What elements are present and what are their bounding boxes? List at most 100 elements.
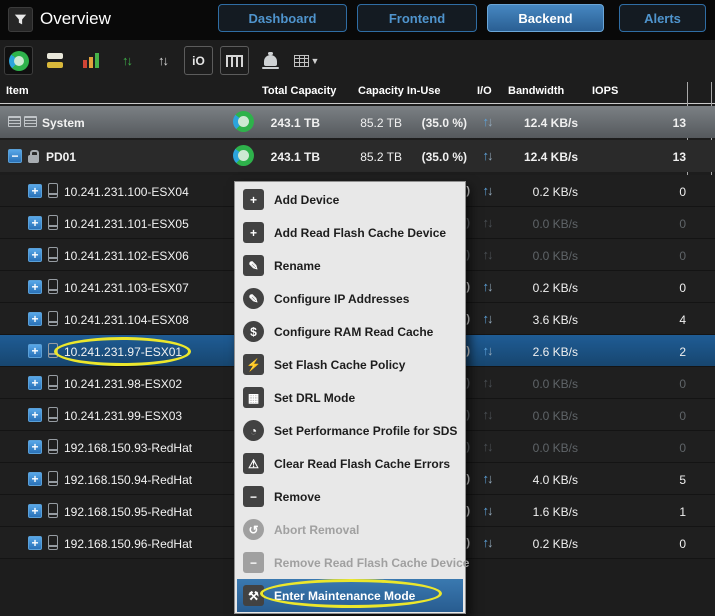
flash-icon: ⚡ <box>243 354 264 375</box>
green-swirl-icon <box>9 51 29 71</box>
view-toolbar: ↑↓ ↑↓ iO ▼ <box>4 45 321 76</box>
expand-icon[interactable]: + <box>28 440 42 454</box>
menu-item-add-read-flash-cache-device[interactable]: + Add Read Flash Cache Device <box>235 216 465 249</box>
iops-value: 0 <box>600 281 686 295</box>
menu-item-label: Configure RAM Read Cache <box>274 325 433 339</box>
row-label: 10.241.231.97-ESX01 <box>64 345 182 359</box>
menu-item-label: Set Performance Profile for SDS <box>274 424 457 438</box>
iops-value: 13 <box>600 116 686 130</box>
collapse-icon[interactable]: − <box>8 149 22 163</box>
menu-item-add-device[interactable]: + Add Device <box>235 183 465 216</box>
server-icon <box>48 247 58 262</box>
warning-icon: ⚠ <box>243 453 264 474</box>
expand-icon[interactable]: + <box>28 504 42 518</box>
iops-value: 5 <box>600 473 686 487</box>
io-badge-label: iO <box>192 54 205 68</box>
used-percent-value: (35.0 %) <box>403 150 467 164</box>
bandwidth-value: 2.6 KB/s <box>496 345 578 359</box>
expand-icon[interactable]: + <box>28 184 42 198</box>
table-row-system[interactable]: System 243.1 TB 85.2 TB (35.0 %) ↑↓ 12.4… <box>0 106 715 138</box>
expand-icon[interactable]: + <box>28 408 42 422</box>
menu-item-enter-maintenance-mode[interactable]: ⚒ Enter Maintenance Mode <box>237 579 463 612</box>
iops-value: 13 <box>600 150 686 164</box>
menu-item-set-flash-cache-policy[interactable]: ⚡ Set Flash Cache Policy <box>235 348 465 381</box>
server-icon <box>48 407 58 422</box>
bandwidth-value: 0.2 KB/s <box>496 185 578 199</box>
menu-item-set-drl-mode[interactable]: ▦ Set DRL Mode <box>235 381 465 414</box>
table-columns-button[interactable]: ▼ <box>292 46 321 75</box>
column-header-bandwidth: Bandwidth <box>508 85 564 97</box>
total-capacity-value: 243.1 TB <box>250 116 320 130</box>
iops-value: 0 <box>600 377 686 391</box>
wrench-icon: ⚒ <box>243 585 264 606</box>
funnel-icon <box>14 13 27 26</box>
expand-icon[interactable]: + <box>28 280 42 294</box>
server-icon <box>48 471 58 486</box>
menu-item-remove-read-flash-cache-device[interactable]: − Remove Read Flash Cache Device <box>235 546 465 579</box>
throughput-arrows-button[interactable]: ↑↓ <box>112 46 141 75</box>
storage-stack-button[interactable] <box>40 46 69 75</box>
dollar-icon: $ <box>243 321 264 342</box>
minus-icon: − <box>243 486 264 507</box>
row-label: PD01 <box>46 150 76 164</box>
server-icon <box>48 183 58 198</box>
rack-icon <box>24 116 37 127</box>
table-grid-icon <box>294 55 309 67</box>
menu-item-rename[interactable]: ✎ Rename <box>235 249 465 282</box>
menu-item-abort-removal[interactable]: ↺ Abort Removal <box>235 513 465 546</box>
column-header-iops: IOPS <box>592 85 618 97</box>
bandwidth-value: 0.0 KB/s <box>496 249 578 263</box>
server-icon <box>48 503 58 518</box>
iops-value: 2 <box>600 345 686 359</box>
bandwidth-value: 0.2 KB/s <box>496 281 578 295</box>
row-label: 10.241.231.98-ESX02 <box>64 377 182 391</box>
bandwidth-value: 0.0 KB/s <box>496 217 578 231</box>
expand-icon[interactable]: + <box>28 376 42 390</box>
sort-arrows-button[interactable]: ↑↓ <box>148 46 177 75</box>
row-label: 192.168.150.93-RedHat <box>64 441 192 455</box>
bandwidth-value: 4.0 KB/s <box>496 473 578 487</box>
expand-icon[interactable]: + <box>28 248 42 262</box>
expand-icon[interactable]: + <box>28 472 42 486</box>
filter-funnel-button[interactable] <box>8 7 33 32</box>
io-badge-button[interactable]: iO <box>184 46 213 75</box>
row-label: 10.241.231.99-ESX03 <box>64 409 182 423</box>
nav-button-dashboard[interactable]: Dashboard <box>218 4 347 32</box>
expand-icon[interactable]: + <box>28 536 42 550</box>
row-label: 192.168.150.95-RedHat <box>64 505 192 519</box>
overview-swirl-button[interactable] <box>4 46 33 75</box>
server-icon <box>48 535 58 550</box>
expand-icon[interactable]: + <box>28 344 42 358</box>
column-header-io: I/O <box>477 85 492 97</box>
column-header-item: Item <box>6 85 29 97</box>
server-icon <box>48 343 58 358</box>
chevron-down-icon: ▼ <box>311 56 320 66</box>
menu-item-clear-read-flash-cache-errors[interactable]: ⚠ Clear Read Flash Cache Errors <box>235 447 465 480</box>
menu-item-configure-ram-read-cache[interactable]: $ Configure RAM Read Cache <box>235 315 465 348</box>
expand-icon[interactable]: + <box>28 216 42 230</box>
menu-item-label: Remove Read Flash Cache Device <box>274 556 469 570</box>
plus-icon: + <box>243 222 264 243</box>
menu-item-remove[interactable]: − Remove <box>235 480 465 513</box>
table-row-pd01[interactable]: − PD01 243.1 TB 85.2 TB (35.0 %) ↑↓ 12.4… <box>0 140 715 172</box>
alerts-bell-button[interactable] <box>256 46 285 75</box>
used-percent-value: (35.0 %) <box>403 116 467 130</box>
nav-button-backend[interactable]: Backend <box>487 4 604 32</box>
expand-icon[interactable]: + <box>28 312 42 326</box>
row-label: 10.241.231.100-ESX04 <box>64 185 189 199</box>
nav-button-alerts[interactable]: Alerts <box>619 4 706 32</box>
context-menu: + Add Device + Add Read Flash Cache Devi… <box>234 181 466 614</box>
row-label: 10.241.231.104-ESX08 <box>64 313 189 327</box>
iops-value: 4 <box>600 313 686 327</box>
histogram-button[interactable] <box>220 46 249 75</box>
row-label: 10.241.231.102-ESX06 <box>64 249 189 263</box>
nav-button-frontend[interactable]: Frontend <box>357 4 477 32</box>
row-label: System <box>42 116 85 130</box>
capacity-bars-button[interactable] <box>76 46 105 75</box>
menu-item-label: Remove <box>274 490 321 504</box>
menu-item-label: Add Read Flash Cache Device <box>274 226 446 240</box>
gauge-icon: ◔ <box>243 420 264 441</box>
menu-item-configure-ip-addresses[interactable]: ✎ Configure IP Addresses <box>235 282 465 315</box>
menu-item-set-performance-profile-for-sds[interactable]: ◔ Set Performance Profile for SDS <box>235 414 465 447</box>
bandwidth-value: 0.2 KB/s <box>496 537 578 551</box>
